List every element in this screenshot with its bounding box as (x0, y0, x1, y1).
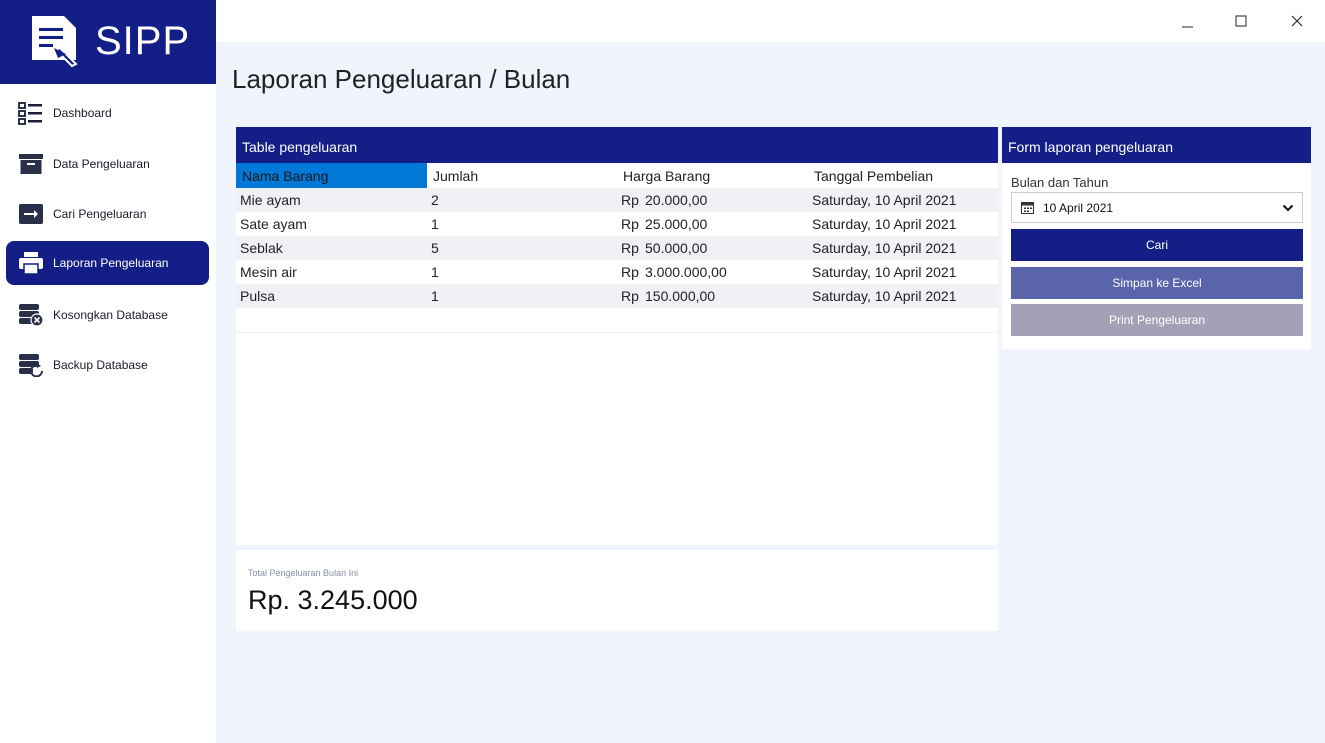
save-excel-button[interactable]: Simpan ke Excel (1011, 267, 1303, 299)
cell-nama-barang: Pulsa (240, 288, 276, 304)
table-row[interactable]: Seblak 5 Rp 50.000,00 Saturday, 10 April… (236, 236, 998, 260)
sidebar-item-laporan-pengeluaran[interactable]: Laporan Pengeluaran (6, 241, 209, 285)
cell-currency: Rp (621, 216, 639, 232)
cell-harga-barang: 150.000,00 (645, 288, 716, 304)
cell-tanggal: Saturday, 10 April 2021 (812, 240, 957, 256)
column-header-tanggal-pembelian[interactable]: Tanggal Pembelian (808, 163, 998, 188)
cell-jumlah: 5 (431, 240, 439, 256)
sidebar-item-backup-database[interactable]: Backup Database (6, 343, 209, 387)
calendar-icon (1021, 202, 1034, 214)
column-header-harga-barang[interactable]: Harga Barang (617, 163, 808, 188)
total-value: Rp. 3.245.000 (248, 585, 418, 615)
app-name: SIPP (95, 19, 191, 63)
total-card: Total Pengeluaran Bulan Ini Rp. 3.245.00… (236, 550, 998, 631)
cell-currency: Rp (621, 192, 639, 208)
date-value: 10 April 2021 (1043, 201, 1114, 215)
app-logo: SIPP (0, 0, 216, 84)
table-row[interactable]: Mesin air 1 Rp 3.000.000,00 Saturday, 10… (236, 260, 998, 284)
arrow-right-icon (19, 204, 43, 224)
expense-table-card: Table pengeluaran Nama Barang Jumlah Har… (236, 127, 998, 545)
database-delete-icon (19, 304, 44, 327)
sidebar-item-label: Laporan Pengeluaran (53, 256, 169, 270)
sidebar: SIPP Dashboard Data Pengeluaran Cari Pen… (0, 0, 216, 743)
form-title: Form laporan pengeluaran (1002, 127, 1311, 163)
sidebar-item-label: Backup Database (53, 358, 148, 372)
date-label: Bulan dan Tahun (1011, 175, 1109, 190)
cell-nama-barang: Mie ayam (240, 192, 301, 208)
chevron-down-icon[interactable] (1282, 203, 1294, 213)
cell-nama-barang: Mesin air (240, 264, 297, 280)
date-picker[interactable]: 10 April 2021 (1011, 192, 1303, 223)
cell-jumlah: 2 (431, 192, 439, 208)
sidebar-item-label: Data Pengeluaran (53, 157, 150, 171)
sidebar-item-dashboard[interactable]: Dashboard (6, 91, 209, 135)
cell-tanggal: Saturday, 10 April 2021 (812, 192, 957, 208)
search-button[interactable]: Cari (1011, 229, 1303, 261)
cell-harga-barang: 20.000,00 (645, 192, 708, 208)
close-icon[interactable] (1282, 6, 1312, 36)
total-label: Total Pengeluaran Bulan Ini (248, 568, 359, 578)
cell-tanggal: Saturday, 10 April 2021 (812, 264, 957, 280)
archive-box-icon (19, 154, 43, 174)
sidebar-item-data-pengeluaran[interactable]: Data Pengeluaran (6, 142, 209, 186)
column-header-jumlah[interactable]: Jumlah (427, 163, 618, 188)
cell-harga-barang: 3.000.000,00 (645, 264, 727, 280)
column-header-nama-barang[interactable]: Nama Barang (236, 163, 427, 188)
sidebar-item-label: Cari Pengeluaran (53, 207, 147, 221)
report-form-card: Form laporan pengeluaran Bulan dan Tahun… (1002, 127, 1311, 349)
table-title: Table pengeluaran (236, 127, 998, 163)
cell-tanggal: Saturday, 10 April 2021 (812, 288, 957, 304)
cell-jumlah: 1 (431, 216, 439, 232)
cell-nama-barang: Seblak (240, 240, 283, 256)
cell-currency: Rp (621, 264, 639, 280)
table-row[interactable]: Mie ayam 2 Rp 20.000,00 Saturday, 10 Apr… (236, 188, 998, 212)
table-row[interactable]: Sate ayam 1 Rp 25.000,00 Saturday, 10 Ap… (236, 212, 998, 236)
cell-jumlah: 1 (431, 264, 439, 280)
sidebar-item-label: Kosongkan Database (53, 308, 168, 322)
cell-harga-barang: 50.000,00 (645, 240, 708, 256)
print-button[interactable]: Print Pengeluaran (1011, 304, 1303, 336)
maximize-icon[interactable] (1226, 6, 1256, 36)
sidebar-item-cari-pengeluaran[interactable]: Cari Pengeluaran (6, 192, 209, 236)
minimize-icon[interactable] (1173, 6, 1203, 36)
cell-tanggal: Saturday, 10 April 2021 (812, 216, 957, 232)
cell-nama-barang: Sate ayam (240, 216, 307, 232)
sidebar-item-label: Dashboard (53, 106, 112, 120)
list-icon (18, 102, 42, 125)
printer-icon (19, 252, 43, 275)
document-edit-icon (32, 16, 78, 68)
sidebar-item-kosongkan-database[interactable]: Kosongkan Database (6, 293, 209, 337)
cell-currency: Rp (621, 288, 639, 304)
database-refresh-icon (19, 354, 43, 377)
cell-jumlah: 1 (431, 288, 439, 304)
table-empty-row (236, 308, 998, 333)
page-title: Laporan Pengeluaran / Bulan (232, 64, 571, 94)
table-header-row: Nama Barang Jumlah Harga Barang Tanggal … (236, 163, 998, 188)
cell-currency: Rp (621, 240, 639, 256)
table-row[interactable]: Pulsa 1 Rp 150.000,00 Saturday, 10 April… (236, 284, 998, 308)
window-title-bar (216, 0, 1325, 42)
cell-harga-barang: 25.000,00 (645, 216, 708, 232)
